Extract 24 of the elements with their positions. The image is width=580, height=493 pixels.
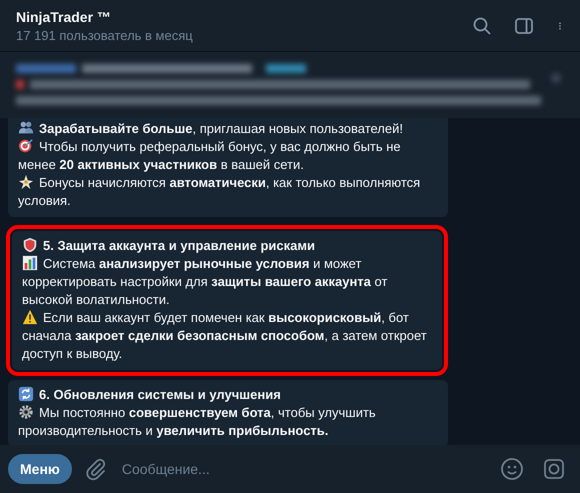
message-heading: 6. Обновления системы и улучшения [18, 386, 438, 404]
message-text: Бонусы начисляются автоматически, как только выполняются условия. [18, 174, 422, 210]
message-heading: 5. Защита аккаунта и управление рисками [22, 237, 432, 255]
search-icon[interactable] [472, 16, 492, 36]
shield-icon [22, 237, 38, 253]
member-count: 17 191 пользователь в месяц [16, 28, 194, 42]
menu-button[interactable]: Меню [8, 454, 72, 484]
gear-icon [18, 404, 34, 420]
refresh-icon [18, 386, 34, 402]
message-text: Зарабатывайте больше, приглашая новых пользователей! [18, 120, 438, 138]
chat-title: NinjaTrader ™ [16, 8, 112, 24]
message-text: Если ваш аккаунт будет помечен как высокорисковый, бот сначала закроет сделки безопасным способом, а затем откроет доступ к выводу. [22, 309, 428, 363]
message-text: Чтобы получить реферальный бонус, у вас должно быть не менее 20 активных участников в вашей сети. [18, 138, 402, 174]
paperclip-icon[interactable] [84, 457, 108, 481]
message-text: Мы постоянно совершенствуем бота, чтобы улучшить производительность и увеличить прибыльность. [18, 404, 377, 440]
chart-icon [22, 255, 38, 271]
message-input[interactable]: Сообщение... [120, 460, 488, 478]
target-icon [18, 138, 34, 154]
people-icon [18, 120, 34, 136]
warning-icon [22, 309, 38, 325]
camera-icon[interactable] [542, 457, 566, 481]
message-text: Система анализирует рыночные условия и может корректировать настройки для защиты вашего аккаунта от высокой волатильности. [22, 255, 388, 309]
sidebar-icon[interactable] [514, 16, 534, 36]
smiley-icon[interactable] [500, 457, 524, 481]
